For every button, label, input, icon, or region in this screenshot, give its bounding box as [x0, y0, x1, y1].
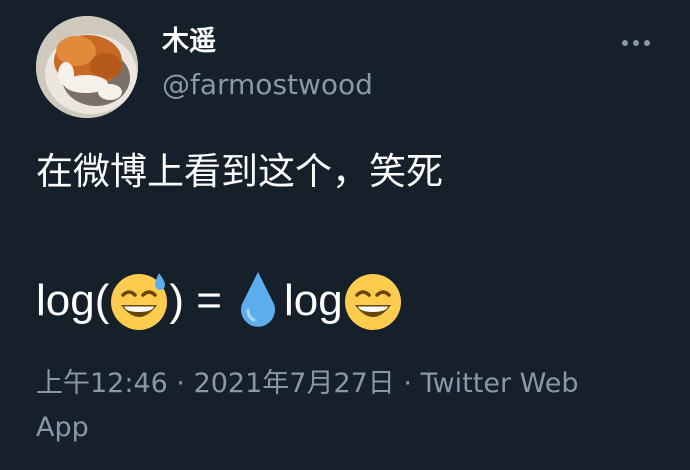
grinning-smile-emoji-icon: [343, 271, 403, 331]
dot: [644, 40, 650, 46]
tweet-formula: log( ) = log: [36, 266, 403, 336]
formula-log: log: [283, 276, 343, 325]
sweat-smile-emoji-icon: [109, 271, 169, 331]
droplet-emoji-icon: [236, 270, 280, 332]
tweet-card: 木遥 @farmostwood 在微博上看到这个，笑死 log( ) = log…: [0, 0, 690, 470]
separator: ·: [167, 368, 194, 399]
separator: ·: [394, 368, 421, 399]
tweet-date[interactable]: 2021年7月27日: [194, 368, 395, 399]
formula-close-equals: ) =: [169, 276, 222, 325]
dot: [622, 40, 628, 46]
display-name[interactable]: 木遥: [162, 26, 216, 58]
tweet-time[interactable]: 上午12:46: [36, 368, 168, 399]
user-handle[interactable]: @farmostwood: [162, 68, 373, 102]
tweet-text: 在微博上看到这个，笑死: [36, 150, 443, 193]
cat-avatar-image: [36, 16, 138, 118]
avatar[interactable]: [36, 16, 138, 118]
formula-log-open: log(: [36, 276, 110, 325]
tweet-meta: 上午12:46 · 2021年7月27日 · Twitter Web App: [36, 362, 636, 450]
more-dots-icon[interactable]: [616, 30, 656, 56]
dot: [633, 40, 639, 46]
